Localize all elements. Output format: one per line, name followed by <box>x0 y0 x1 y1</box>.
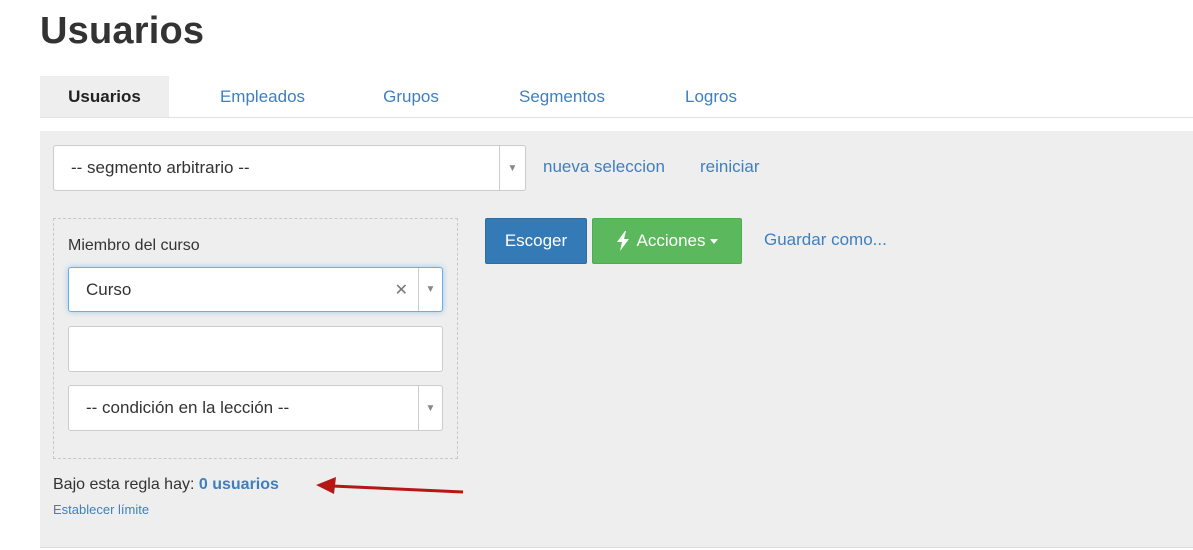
choose-button[interactable]: Escoger <box>485 218 587 264</box>
summary-prefix: Bajo esta regla hay: <box>53 476 195 493</box>
lesson-condition-value: -- condición en la lección -- <box>86 398 290 417</box>
tab-bar: Usuarios Empleados Grupos Segmentos Logr… <box>40 76 1193 118</box>
course-select[interactable]: Curso ✕ ▼ <box>68 267 443 312</box>
annotation-arrow-icon <box>316 477 464 494</box>
choose-button-label: Escoger <box>504 231 568 250</box>
clear-icon[interactable]: ✕ <box>395 268 408 311</box>
tab-usuarios[interactable]: Usuarios <box>40 76 169 117</box>
user-count-link[interactable]: 0 usuarios <box>199 476 279 493</box>
segment-select[interactable]: -- segmento arbitrario -- ▼ <box>53 145 526 191</box>
tab-grupos[interactable]: Grupos <box>366 76 456 117</box>
new-selection-link[interactable]: nueva seleccion <box>543 157 665 177</box>
rule-box: Miembro del curso Curso ✕ ▼ -- condición… <box>53 218 458 459</box>
save-as-link[interactable]: Guardar como... <box>764 230 887 250</box>
actions-dropdown-button[interactable]: Acciones <box>592 218 742 264</box>
rule-value-input[interactable] <box>68 326 443 372</box>
set-limit-link[interactable]: Establecer límite <box>53 502 149 517</box>
reset-link[interactable]: reiniciar <box>700 157 760 177</box>
tab-logros[interactable]: Logros <box>671 76 751 117</box>
rule-label: Miembro del curso <box>68 237 200 254</box>
chevron-down-icon: ▼ <box>499 146 525 190</box>
lesson-condition-select[interactable]: -- condición en la lección -- ▼ <box>68 385 443 431</box>
filter-panel: -- segmento arbitrario -- ▼ nueva selecc… <box>40 131 1193 548</box>
course-select-value: Curso <box>86 279 132 299</box>
tab-empleados[interactable]: Empleados <box>200 76 325 117</box>
chevron-down-icon: ▼ <box>418 386 442 430</box>
actions-button-label: Acciones <box>636 231 706 250</box>
page-title: Usuarios <box>40 10 205 52</box>
caret-down-icon <box>710 238 719 244</box>
segment-select-value: -- segmento arbitrario -- <box>71 158 250 177</box>
chevron-down-icon: ▼ <box>418 268 442 311</box>
rule-summary: Bajo esta regla hay: 0 usuarios <box>53 476 279 494</box>
lightning-bolt-icon <box>616 231 629 251</box>
tab-segmentos[interactable]: Segmentos <box>503 76 621 117</box>
